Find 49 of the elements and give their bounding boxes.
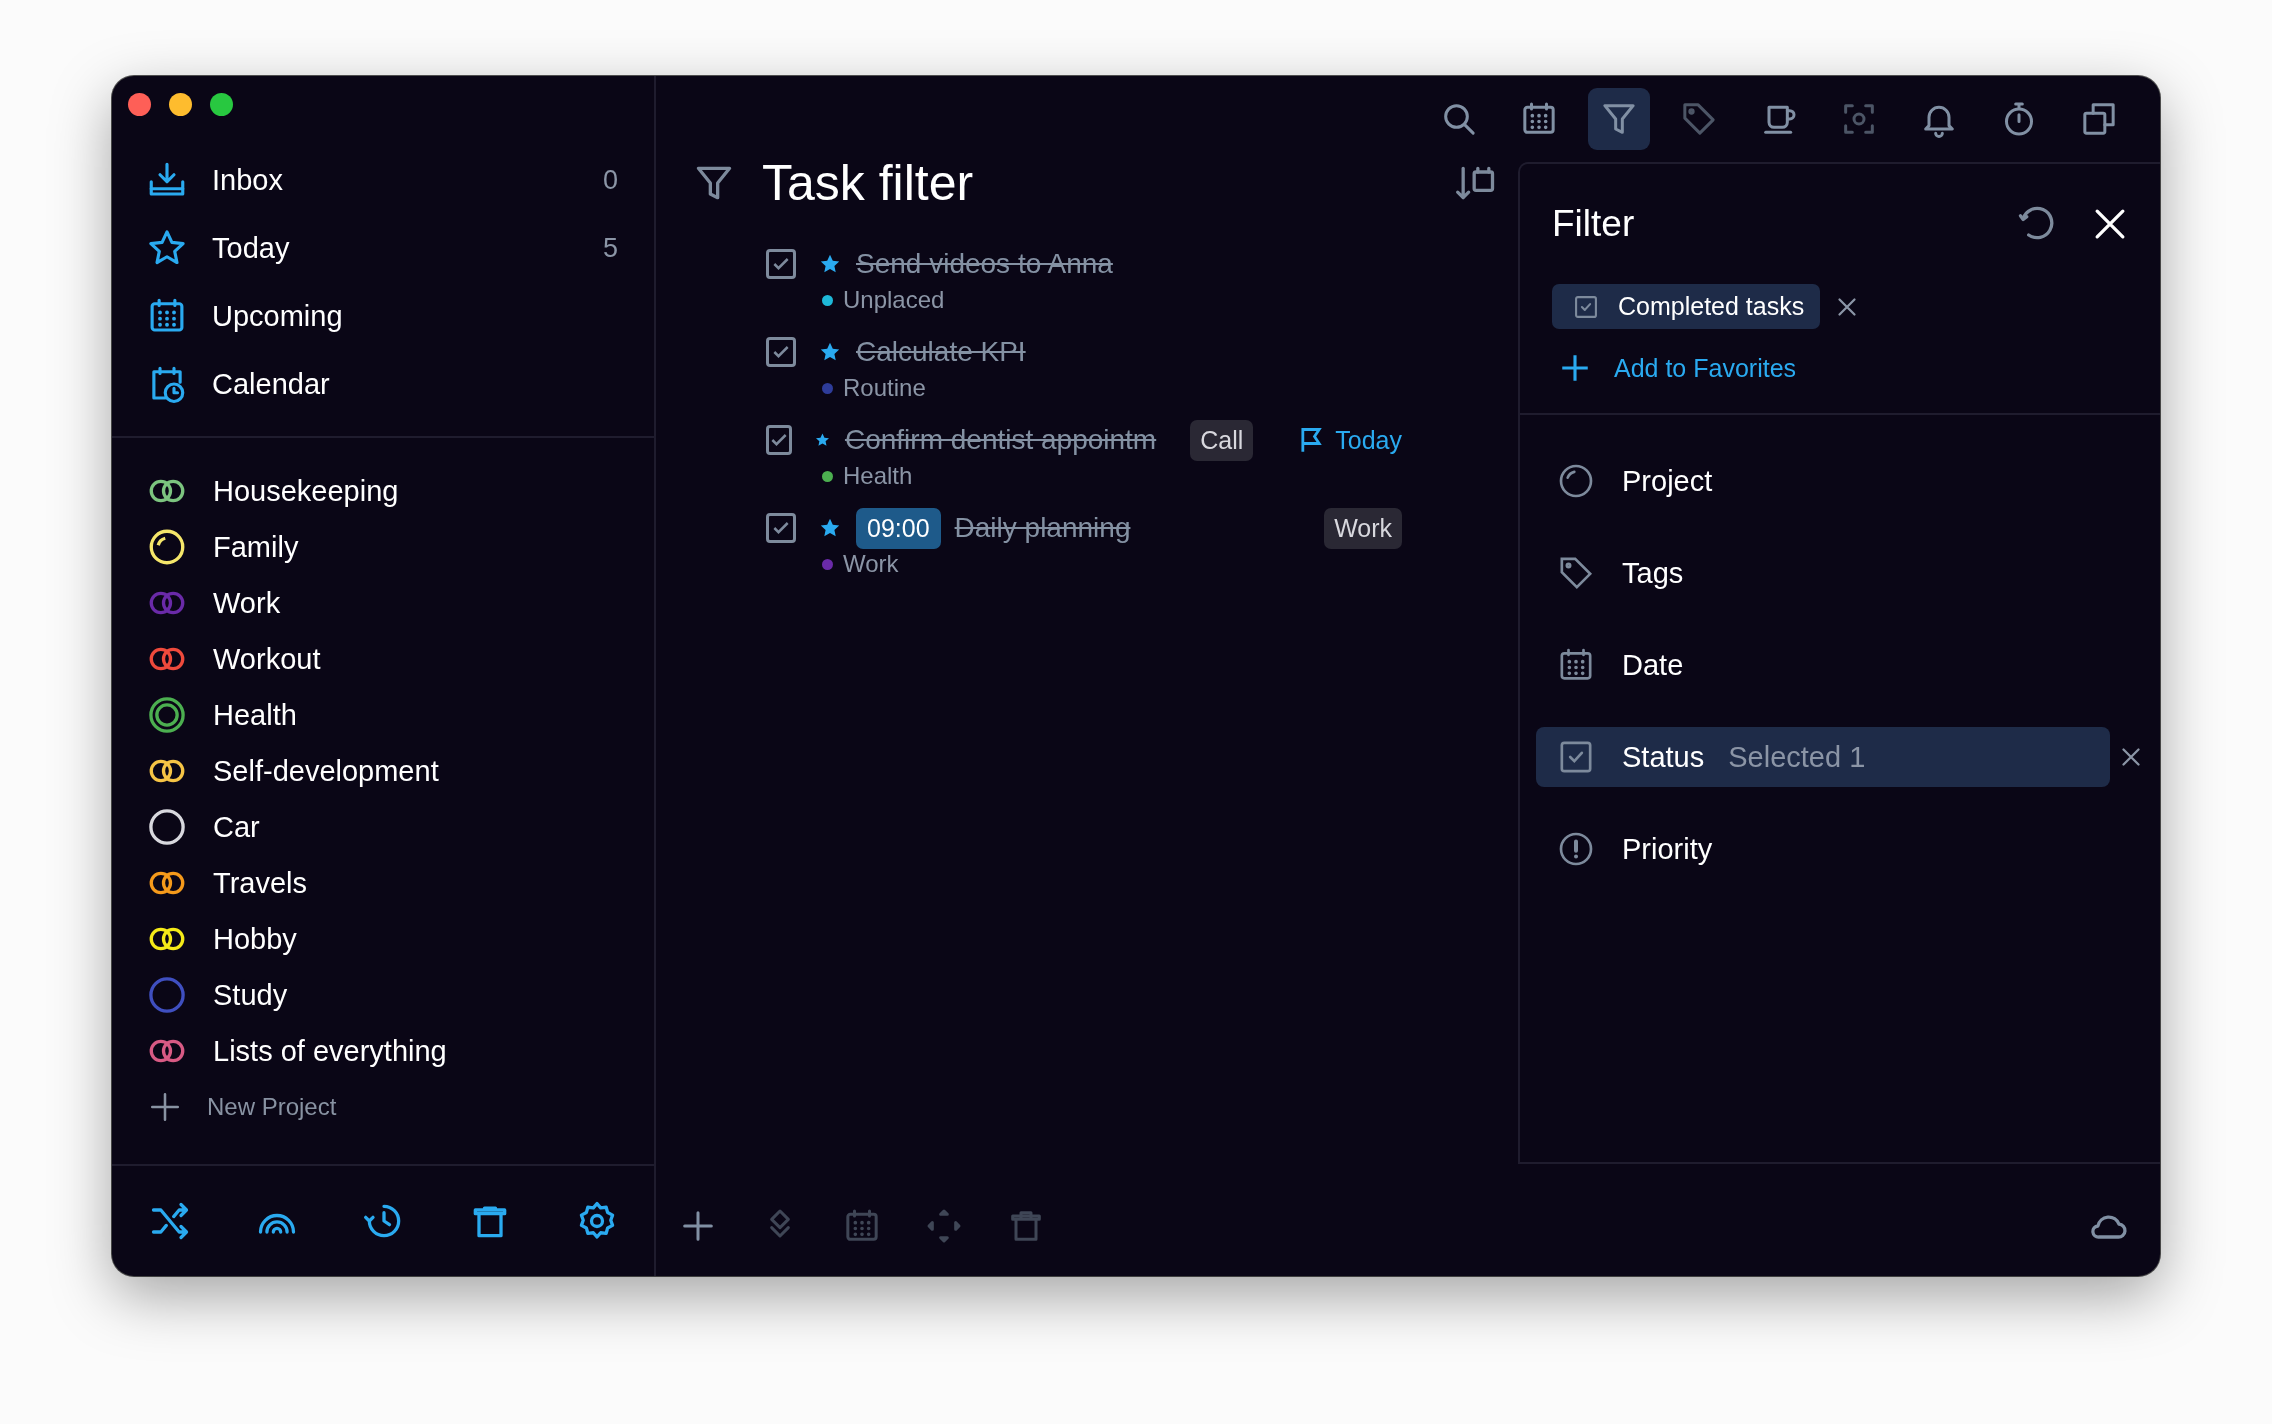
project-item[interactable]: Study	[213, 978, 654, 1012]
project-item[interactable]: Housekeeping	[213, 474, 654, 508]
task-project: Unplaced	[843, 286, 945, 314]
nav-item[interactable]: Today	[212, 231, 579, 265]
task-checkbox[interactable]	[766, 337, 796, 367]
new-project-link[interactable]: New Project	[207, 1093, 337, 1121]
project-item[interactable]: Travels	[213, 866, 654, 900]
project-item[interactable]: Hobby	[213, 922, 654, 956]
project-item[interactable]: Workout	[213, 642, 654, 676]
filter-criterion[interactable]: Project	[1536, 451, 2110, 511]
nav-item[interactable]: Inbox	[212, 163, 579, 197]
item-count: 5	[602, 232, 618, 264]
due-date: Today	[1335, 425, 1402, 455]
filter-button[interactable]	[1588, 88, 1650, 150]
task-title[interactable]: Confirm dentist appointm	[844, 424, 1157, 456]
task-project: Health	[843, 462, 913, 490]
task-tag: Work	[1324, 507, 1402, 549]
task-title[interactable]: Daily planning	[954, 512, 1291, 544]
plus-icon	[148, 1090, 182, 1124]
nav-item[interactable]: Upcoming	[212, 299, 618, 333]
close-window-button[interactable]	[128, 92, 151, 116]
chip-label: Completed tasks	[1618, 292, 1805, 321]
project-item[interactable]: Work	[213, 586, 654, 620]
task-checkbox[interactable]	[766, 513, 796, 543]
filter-criterion[interactable]: Status Selected 1	[1536, 727, 2110, 787]
task-tag: Call	[1190, 419, 1254, 461]
task-title[interactable]: Calculate KPI	[856, 336, 1402, 368]
filter-criterion[interactable]: Priority	[1536, 819, 2110, 879]
project-item[interactable]: Family	[213, 530, 654, 564]
task-project: Routine	[843, 374, 926, 402]
add-favorites-link[interactable]: Add to Favorites	[1520, 329, 2160, 415]
zoom-window-button[interactable]	[210, 92, 233, 116]
time-badge: 09:00	[856, 507, 941, 549]
task-checkbox[interactable]	[766, 425, 792, 455]
minimize-window-button[interactable]	[169, 92, 192, 116]
item-count: 0	[602, 164, 618, 196]
page-title: Task filter	[762, 154, 975, 212]
project-item[interactable]: Lists of everything	[213, 1034, 654, 1068]
task-project: Work	[843, 550, 899, 578]
panel-title: Filter	[1552, 203, 1636, 245]
project-item[interactable]: Health	[213, 698, 654, 732]
task-title[interactable]: Send videos to Anna	[856, 248, 1402, 280]
filter-chip[interactable]: Completed tasks	[1552, 284, 1821, 329]
filter-criterion[interactable]: Date	[1536, 635, 2110, 695]
project-item[interactable]: Car	[213, 810, 654, 844]
project-item[interactable]: Self-development	[213, 754, 654, 788]
filter-criterion[interactable]: Tags	[1536, 543, 2110, 603]
task-checkbox[interactable]	[766, 249, 796, 279]
nav-item[interactable]: Calendar	[212, 367, 618, 401]
